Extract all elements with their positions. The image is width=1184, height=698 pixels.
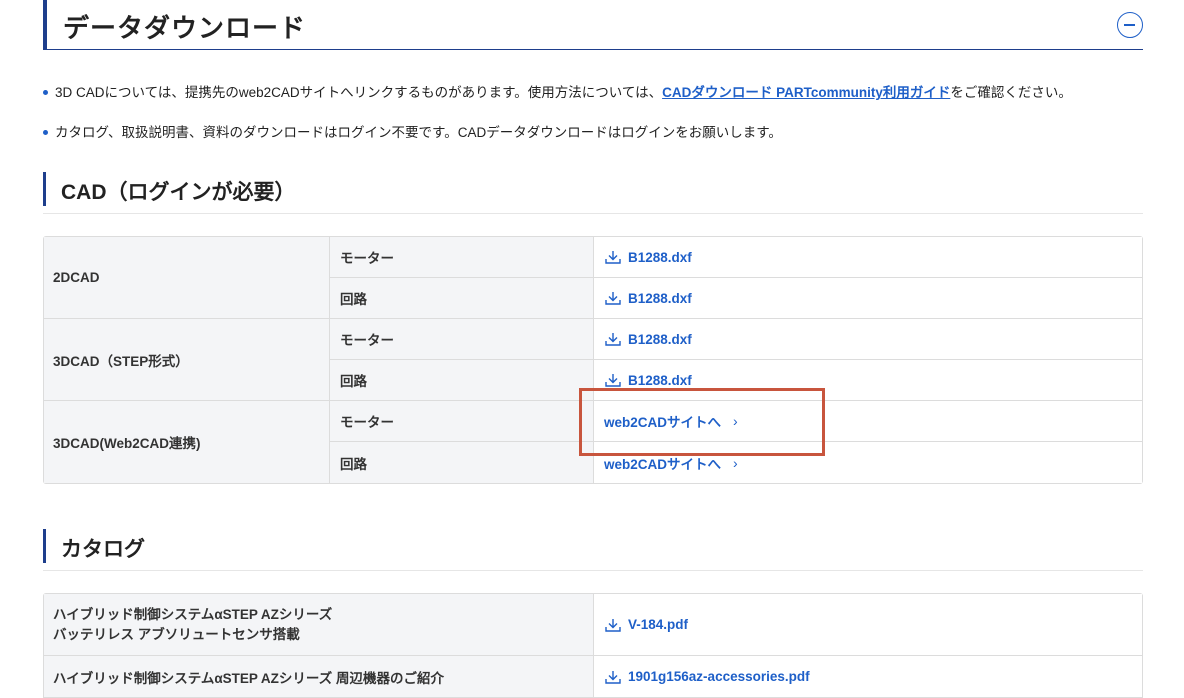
sub-label: 回路: [330, 278, 594, 319]
note-download: カタログ、取扱説明書、資料のダウンロードはログイン不要です。CADデータダウンロ…: [43, 121, 782, 141]
download-link[interactable]: B1288.dxf: [604, 249, 692, 265]
download-link[interactable]: 1901g156az-accessories.pdf: [604, 669, 810, 685]
sub-label: モーター: [330, 319, 594, 360]
download-icon: [605, 670, 621, 684]
table-row: ハイブリッド制御システムαSTEP AZシリーズ 周辺機器のご紹介: [44, 656, 594, 698]
sub-label: 回路: [330, 442, 594, 483]
web2cad-link[interactable]: web2CADサイトへ ›: [604, 453, 738, 473]
download-icon: [605, 333, 621, 346]
table-cell: B1288.dxf: [594, 319, 1142, 360]
heading-bar: [43, 172, 46, 206]
web2cad-link[interactable]: web2CADサイトへ ›: [604, 411, 738, 431]
download-link[interactable]: B1288.dxf: [604, 290, 692, 306]
cad-table: 2DCAD モーター B1288.dxf 回路 B1288.dxf 3DCAD（…: [43, 236, 1143, 484]
table-row-category: 2DCAD: [44, 237, 330, 319]
catalog-table: ハイブリッド制御システムαSTEP AZシリーズ バッテリレス アブソリュートセ…: [43, 593, 1143, 698]
heading-bar: [43, 529, 46, 563]
section-header: データダウンロード: [43, 0, 1143, 50]
table-cell: V-184.pdf: [594, 594, 1142, 656]
download-link[interactable]: B1288.dxf: [604, 372, 692, 388]
table-row-category: 3DCAD（STEP形式）: [44, 319, 330, 401]
table-cell: B1288.dxf: [594, 237, 1142, 278]
chevron-right-icon: ›: [733, 454, 738, 471]
table-cell: B1288.dxf: [594, 278, 1142, 319]
table-row-category: 3DCAD(Web2CAD連携): [44, 401, 330, 483]
table-cell: web2CADサイトへ ›: [594, 401, 1142, 442]
download-link[interactable]: V-184.pdf: [604, 617, 688, 633]
download-link[interactable]: B1288.dxf: [604, 331, 692, 347]
table-row: ハイブリッド制御システムαSTEP AZシリーズ バッテリレス アブソリュートセ…: [44, 594, 594, 656]
sub-label: モーター: [330, 401, 594, 442]
section-title: データダウンロード: [63, 13, 307, 43]
note-cad: 3D CADについては、提携先のweb2CADサイトへリンクするものがあります。…: [43, 81, 1072, 101]
download-icon: [605, 251, 621, 264]
cad-heading: CAD（ログインが必要）: [43, 170, 1143, 214]
download-icon: [605, 374, 621, 387]
bullet-icon: [43, 89, 48, 95]
table-cell: B1288.dxf: [594, 360, 1142, 401]
catalog-heading: カタログ: [43, 527, 1143, 571]
table-cell: 1901g156az-accessories.pdf: [594, 656, 1142, 698]
chevron-right-icon: ›: [733, 413, 738, 429]
sub-label: モーター: [330, 237, 594, 278]
sub-label: 回路: [330, 360, 594, 401]
download-icon: [605, 292, 621, 305]
minus-circle-icon[interactable]: [1117, 12, 1143, 38]
cad-guide-link[interactable]: CADダウンロード PARTcommunity利用ガイド: [662, 85, 950, 100]
download-icon: [605, 618, 621, 632]
bullet-icon: [43, 129, 48, 135]
table-cell: web2CADサイトへ ›: [594, 442, 1142, 483]
